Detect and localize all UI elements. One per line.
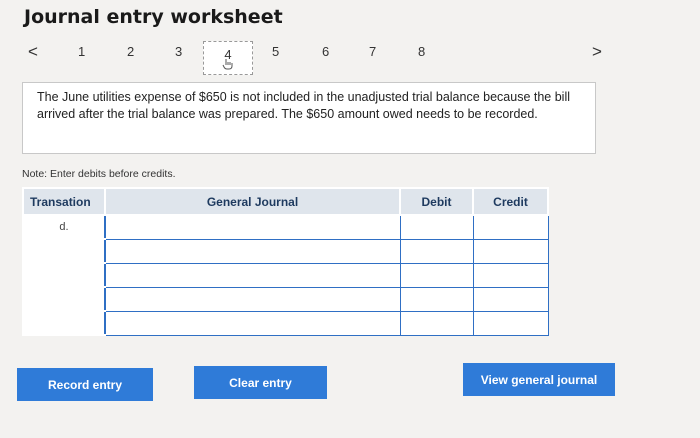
account-input[interactable] (104, 310, 401, 336)
pager: < 1 2 3 4 5 6 7 8 > (0, 36, 700, 76)
transaction-description: The June utilities expense of $650 is no… (22, 82, 596, 154)
transaction-cell (22, 262, 106, 288)
table-row (22, 262, 549, 288)
transaction-cell (22, 286, 106, 312)
debit-header: Debit (399, 187, 474, 216)
credit-input[interactable] (472, 238, 549, 264)
next-arrow-icon[interactable]: > (592, 42, 602, 62)
page-8[interactable]: 8 (418, 44, 425, 59)
record-entry-button[interactable]: Record entry (17, 368, 153, 401)
debit-input[interactable] (399, 262, 474, 288)
page-title: Journal entry worksheet (24, 6, 283, 28)
page-3[interactable]: 3 (175, 44, 182, 59)
page-2[interactable]: 2 (127, 44, 134, 59)
account-input[interactable] (104, 286, 401, 312)
credit-input[interactable] (472, 262, 549, 288)
credit-input[interactable] (472, 310, 549, 336)
account-input[interactable] (104, 238, 401, 264)
table-row (22, 286, 549, 312)
table-header-row: Transation General Journal Debit Credit (22, 187, 549, 216)
page-7[interactable]: 7 (369, 44, 376, 59)
prev-arrow-icon[interactable]: < (28, 42, 38, 62)
transaction-cell (22, 310, 106, 336)
journal-table: Transation General Journal Debit Credit … (22, 187, 549, 336)
page-6[interactable]: 6 (322, 44, 329, 59)
debit-input[interactable] (399, 310, 474, 336)
credit-input[interactable] (472, 214, 549, 240)
account-input[interactable] (104, 214, 401, 240)
general-journal-header: General Journal (104, 187, 401, 216)
clear-entry-button[interactable]: Clear entry (194, 366, 327, 399)
transaction-header: Transation (22, 187, 106, 216)
table-row: d. (22, 214, 549, 240)
transaction-cell (22, 238, 106, 264)
account-input[interactable] (104, 262, 401, 288)
debit-input[interactable] (399, 238, 474, 264)
page-5[interactable]: 5 (272, 44, 279, 59)
table-row (22, 310, 549, 336)
view-general-journal-button[interactable]: View general journal (463, 363, 615, 396)
page-1[interactable]: 1 (78, 44, 85, 59)
instruction-note: Note: Enter debits before credits. (22, 168, 176, 180)
debit-input[interactable] (399, 286, 474, 312)
table-row (22, 238, 549, 264)
hand-cursor-icon (222, 59, 233, 70)
credit-input[interactable] (472, 286, 549, 312)
debit-input[interactable] (399, 214, 474, 240)
credit-header: Credit (472, 187, 549, 216)
transaction-cell: d. (22, 214, 106, 240)
